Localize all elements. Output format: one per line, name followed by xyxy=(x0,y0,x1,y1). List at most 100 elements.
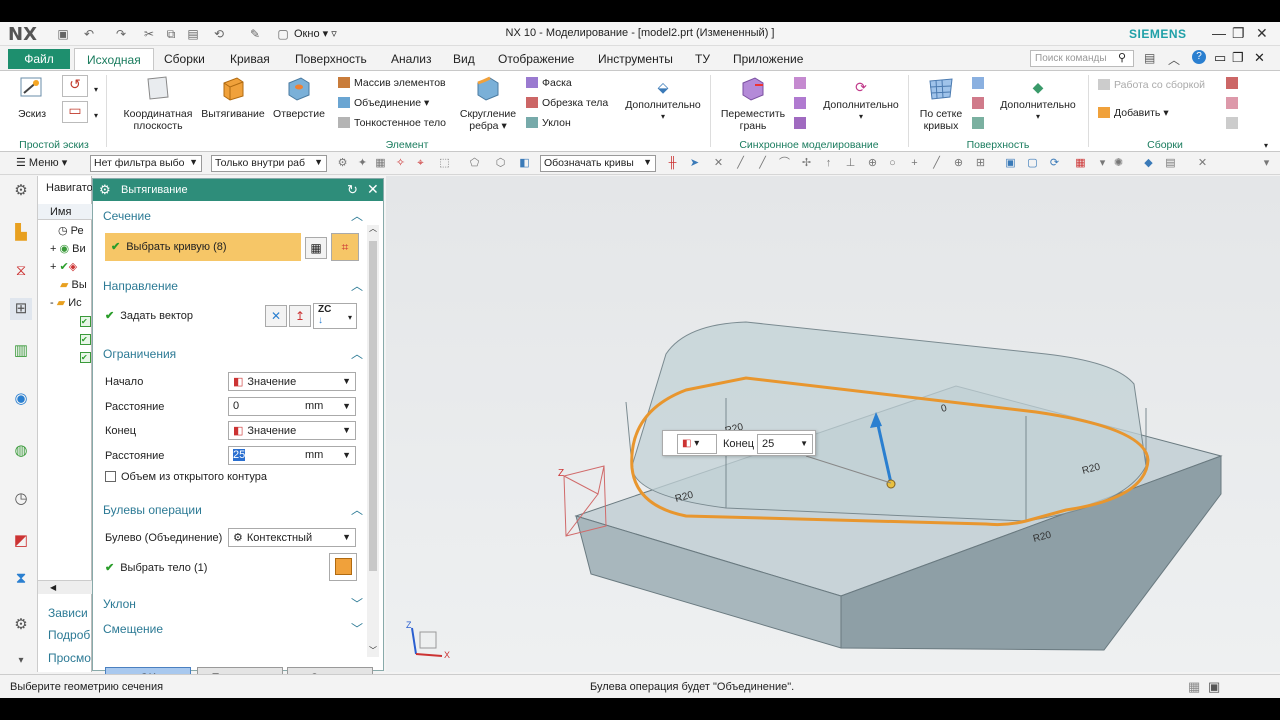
hole-button[interactable]: Отверстие xyxy=(268,75,330,120)
select-curve-row[interactable]: ✔ Выбрать кривую (8) xyxy=(105,233,301,261)
direction-header[interactable]: Направление ︿ xyxy=(99,275,365,297)
assembly-icon-2[interactable] xyxy=(1226,97,1238,109)
toolbar-options-icon[interactable]: ▾ xyxy=(1260,157,1273,170)
doc-restore-icon[interactable]: ▭ xyxy=(1214,50,1226,66)
tab-analysis[interactable]: Анализ xyxy=(391,52,432,66)
dependencies-panel[interactable]: Зависи xyxy=(48,606,88,620)
view-rotate-icon[interactable]: ⟳ xyxy=(1048,157,1061,170)
nav-horizontal-scrollbar[interactable]: ◀ xyxy=(38,580,92,594)
tree-check-1[interactable]: ✔ xyxy=(80,316,91,327)
file-menu[interactable]: Файл xyxy=(8,49,70,69)
snap-icon-2[interactable]: ➤ xyxy=(688,157,701,170)
tree-check-2[interactable]: ✔ xyxy=(80,334,91,345)
tree-item-3[interactable]: + ✔◈ xyxy=(50,260,77,273)
select-icon-5[interactable]: ⬡ xyxy=(494,157,507,170)
select-icon-3[interactable]: ⬚ xyxy=(438,157,451,170)
chamfer-button[interactable]: Фаска xyxy=(526,77,572,89)
close-icon[interactable]: ✕ xyxy=(1256,25,1268,42)
select-icon-6[interactable]: ◧ xyxy=(518,157,531,170)
offset-header[interactable]: Смещение ﹀ xyxy=(99,618,365,640)
palette-icon[interactable]: ◩ xyxy=(10,530,32,552)
snap-icon-6[interactable]: ⌒ xyxy=(778,157,791,170)
section-icon[interactable]: ✺ xyxy=(1112,157,1125,170)
select-body-row[interactable]: ✔ Выбрать тело (1) xyxy=(105,561,207,574)
roles-icon[interactable]: ⧗ xyxy=(10,568,32,590)
curve-rule-select[interactable]: Обозначать кривы ▼ xyxy=(540,155,656,172)
dialog-scrollbar[interactable]: ︿ ﹀ xyxy=(367,224,379,657)
dialog-gear-icon[interactable]: ⚙ xyxy=(99,182,111,198)
onscreen-type-select[interactable]: ◧ ▾ xyxy=(677,434,717,454)
render-arrow-icon[interactable]: ▾ xyxy=(1096,157,1109,170)
assembly-work-button[interactable]: Работа со сборкой xyxy=(1098,79,1205,91)
edge-blend-button[interactable]: Скругление ребра ▾ xyxy=(456,75,520,132)
sketch-more2-icon[interactable]: ▾ xyxy=(94,111,98,120)
filter-icon-3[interactable]: ▦ xyxy=(374,157,387,170)
collapse-ribbon-icon[interactable]: ︿ xyxy=(1168,51,1180,68)
details-panel[interactable]: Подроб xyxy=(48,628,90,642)
rectangle-icon[interactable]: ▭ xyxy=(62,101,88,123)
section-header[interactable]: Сечение ︿ xyxy=(99,205,365,227)
boolean-select[interactable]: ⚙ Контекстный ▼ xyxy=(228,528,356,547)
snap-icon-1[interactable]: ╫ xyxy=(666,157,679,170)
open-profile-checkbox[interactable]: Объем из открытого контура xyxy=(105,471,267,483)
reverse-vector-icon[interactable]: ✕ xyxy=(265,305,287,327)
move-face-button[interactable]: Переместить грань xyxy=(716,75,790,132)
reuse-library-icon[interactable]: ▥ xyxy=(10,340,32,362)
tree-item-5[interactable]: - ▰ Ис xyxy=(50,296,82,309)
snap-icon-4[interactable]: ╱ xyxy=(734,157,747,170)
part-navigator-icon[interactable]: ⊞ xyxy=(10,298,32,320)
curve-select-icon[interactable]: ⌗ xyxy=(331,233,359,261)
start-distance-input[interactable]: 0 mm ▼ xyxy=(228,397,356,416)
web-browser-icon[interactable]: ◉ xyxy=(10,388,32,410)
scroll-thumb[interactable] xyxy=(369,241,377,571)
dialog-close-icon[interactable]: ✕ xyxy=(367,181,379,198)
boolean-header[interactable]: Булевы операции ︿ xyxy=(99,499,365,521)
tab-tools[interactable]: Инструменты xyxy=(598,52,673,66)
tab-home[interactable]: Исходная xyxy=(74,48,154,70)
sketch-button[interactable]: Эскиз xyxy=(10,75,54,120)
status-icon-2[interactable]: ▣ xyxy=(1208,679,1220,695)
assembly-navigator-icon[interactable]: ▙ xyxy=(10,222,32,244)
sync-more-button[interactable]: ⟳ Дополнительно ▾ xyxy=(818,80,904,123)
history-icon[interactable]: ◍ xyxy=(10,440,32,462)
tab-curve[interactable]: Кривая xyxy=(230,52,270,66)
col-name[interactable]: Имя xyxy=(50,206,71,218)
layer-icon[interactable]: ▤ xyxy=(1164,157,1177,170)
limits-header[interactable]: Ограничения ︿ xyxy=(99,343,365,365)
doc-tile-icon[interactable]: ❐ xyxy=(1232,50,1244,66)
profile-icon[interactable]: ↺ xyxy=(62,75,88,97)
vector-option-select[interactable]: ZC ↓ ▾ xyxy=(313,303,357,329)
end-select[interactable]: ◧ Значение ▼ xyxy=(228,421,356,440)
shell-button[interactable]: Тонкостенное тело xyxy=(338,117,446,129)
show-hide-icon[interactable]: ✕ xyxy=(1196,157,1209,170)
tab-assemblies[interactable]: Сборки xyxy=(164,52,205,66)
assembly-icon-1[interactable] xyxy=(1226,77,1238,89)
snap-icon-11[interactable]: ○ xyxy=(886,157,899,170)
onscreen-input[interactable]: ◧ ▾ Конец 25 ▼ xyxy=(662,430,816,456)
tab-application[interactable]: Приложение xyxy=(733,52,803,66)
minimize-icon[interactable]: — xyxy=(1212,25,1226,41)
ribbon-options-icon[interactable]: ▤ xyxy=(1144,51,1155,65)
view-fit-icon[interactable]: ▣ xyxy=(1004,157,1017,170)
reset-icon[interactable]: ↻ xyxy=(347,182,358,198)
tree-item-4[interactable]: ▰ Вы xyxy=(60,278,87,291)
constraint-navigator-icon[interactable]: ⧖ xyxy=(10,260,32,282)
more-resources-icon[interactable]: ▾ xyxy=(10,650,32,672)
select-body-button[interactable] xyxy=(329,553,357,581)
assembly-icon-3[interactable] xyxy=(1226,117,1238,129)
tab-render[interactable]: Отображение xyxy=(498,52,574,66)
tab-view[interactable]: Вид xyxy=(453,52,475,66)
select-icon-2[interactable]: ⌖ xyxy=(414,157,427,170)
sketch-more-icon[interactable]: ▾ xyxy=(94,85,98,94)
sync-icon-2[interactable] xyxy=(794,97,806,109)
settings-icon[interactable]: ⚙ xyxy=(10,180,32,202)
select-icon-4[interactable]: ⬠ xyxy=(468,157,481,170)
snap-icon-15[interactable]: ⊞ xyxy=(974,157,987,170)
scroll-down-icon[interactable]: ﹀ xyxy=(369,645,377,656)
through-curves-button[interactable]: По сетке кривых xyxy=(912,75,970,132)
help-icon[interactable]: ? xyxy=(1192,50,1206,64)
tab-pmi[interactable]: ТУ xyxy=(695,52,710,66)
sync-icon-1[interactable] xyxy=(794,77,806,89)
feature-more-button[interactable]: ⬙ Дополнительно ▾ xyxy=(620,80,706,123)
tree-item-1[interactable]: ◷ Ре xyxy=(58,224,84,237)
